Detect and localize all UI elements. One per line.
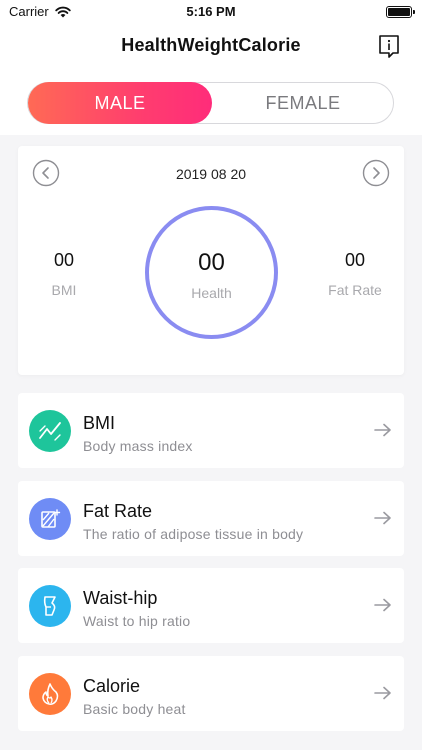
female-tab[interactable]: FEMALE bbox=[212, 83, 394, 123]
fat-rate-label: Fat Rate bbox=[328, 282, 382, 298]
health-ring: 00 Health bbox=[145, 206, 278, 339]
fat-rate-value: 00 bbox=[344, 250, 366, 270]
info-doc-icon[interactable] bbox=[377, 34, 401, 60]
arrow-right-icon bbox=[374, 598, 391, 612]
item-title: BMI bbox=[83, 413, 116, 433]
health-value: 00 bbox=[198, 249, 225, 276]
item-subtitle: The ratio of adipose tissue in body bbox=[83, 526, 304, 542]
item-title: Calorie bbox=[83, 676, 141, 696]
trend-line-icon bbox=[29, 410, 71, 452]
battery-icon bbox=[386, 6, 415, 18]
arrow-right-icon bbox=[374, 423, 391, 437]
waist-icon bbox=[29, 585, 71, 627]
list-item-fat-rate[interactable]: Fat Rate The ratio of adipose tissue in … bbox=[18, 481, 404, 556]
item-subtitle: Body mass index bbox=[83, 438, 193, 454]
gender-segmented-control: MALE FEMALE bbox=[27, 82, 394, 124]
male-tab[interactable]: MALE bbox=[28, 82, 212, 124]
summary-card: 2019 08 20 00 BMI 00 Health 00 Fat Rate bbox=[18, 146, 404, 375]
arrow-right-icon bbox=[374, 511, 391, 525]
next-date-icon[interactable] bbox=[362, 159, 390, 187]
item-title: Fat Rate bbox=[83, 501, 153, 521]
flame-icon bbox=[29, 673, 71, 715]
fat-rate-stat: 00 Fat Rate bbox=[305, 250, 405, 298]
date-label: 2019 08 20 bbox=[175, 166, 247, 182]
item-title: Waist-hip bbox=[83, 588, 158, 608]
arrow-right-icon bbox=[374, 686, 391, 700]
body-fat-icon bbox=[29, 498, 71, 540]
list-item-waist-hip[interactable]: Waist-hip Waist to hip ratio bbox=[18, 568, 404, 643]
item-subtitle: Basic body heat bbox=[83, 701, 186, 717]
status-bar: Carrier 5:16 PM bbox=[0, 0, 422, 24]
bmi-stat: 00 BMI bbox=[38, 250, 90, 298]
bmi-label: BMI bbox=[51, 282, 77, 298]
status-time: 5:16 PM bbox=[186, 4, 236, 19]
item-subtitle: Waist to hip ratio bbox=[83, 613, 191, 629]
bmi-value: 00 bbox=[53, 250, 75, 270]
health-label: Health bbox=[191, 285, 232, 301]
page-title: HealthWeightCalorie bbox=[121, 35, 301, 55]
list-item-calorie[interactable]: Calorie Basic body heat bbox=[18, 656, 404, 731]
list-item-bmi[interactable]: BMI Body mass index bbox=[18, 393, 404, 468]
